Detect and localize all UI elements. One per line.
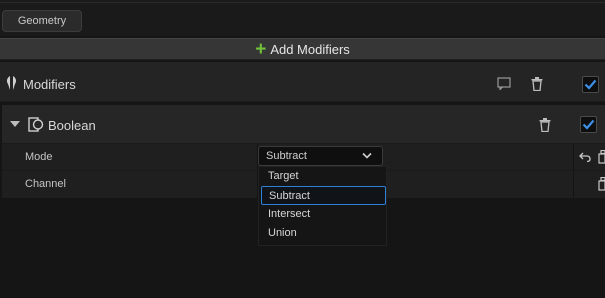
dropdown-option-intersect[interactable]: Intersect xyxy=(261,205,386,224)
checkmark-icon xyxy=(582,119,595,130)
mode-selected-value: Subtract xyxy=(266,150,307,162)
column-divider xyxy=(573,144,574,171)
trash-icon[interactable] xyxy=(539,118,551,132)
mode-dropdown-menu: Target Subtract Intersect Union xyxy=(258,166,387,246)
chevron-down-icon xyxy=(362,152,372,159)
dropdown-option-union[interactable]: Union xyxy=(261,224,386,243)
column-divider xyxy=(573,171,574,198)
plus-icon: + xyxy=(255,38,267,60)
trash-icon[interactable] xyxy=(531,77,543,91)
modifiers-enabled-checkbox[interactable] xyxy=(582,76,599,93)
boolean-header[interactable]: Boolean xyxy=(2,105,605,143)
copy-icon[interactable] xyxy=(598,177,605,191)
dropdown-option-target[interactable]: Target xyxy=(261,167,386,186)
add-modifiers-button[interactable]: + Add Modifiers xyxy=(0,38,605,60)
comment-icon[interactable] xyxy=(497,77,511,90)
reset-to-default-icon[interactable] xyxy=(579,152,591,162)
modifiers-header: Modifiers xyxy=(0,62,605,102)
top-divider xyxy=(0,2,605,3)
boolean-icon xyxy=(28,117,44,132)
copy-icon[interactable] xyxy=(598,150,605,164)
add-modifiers-label: Add Modifiers xyxy=(270,41,350,57)
boolean-enabled-checkbox[interactable] xyxy=(580,116,597,133)
mode-label: Mode xyxy=(25,151,53,163)
collapse-caret-icon[interactable] xyxy=(10,121,20,127)
geometry-button[interactable]: Geometry xyxy=(2,10,82,32)
dropdown-option-subtract[interactable]: Subtract xyxy=(261,186,386,205)
modifiers-title: Modifiers xyxy=(23,77,76,92)
toolbar-strip: Geometry xyxy=(0,0,605,36)
modifiers-icon xyxy=(6,76,17,90)
checkmark-icon xyxy=(584,79,597,90)
channel-label: Channel xyxy=(25,178,66,190)
boolean-title: Boolean xyxy=(48,118,96,133)
mode-combo-box[interactable]: Subtract xyxy=(258,146,383,166)
